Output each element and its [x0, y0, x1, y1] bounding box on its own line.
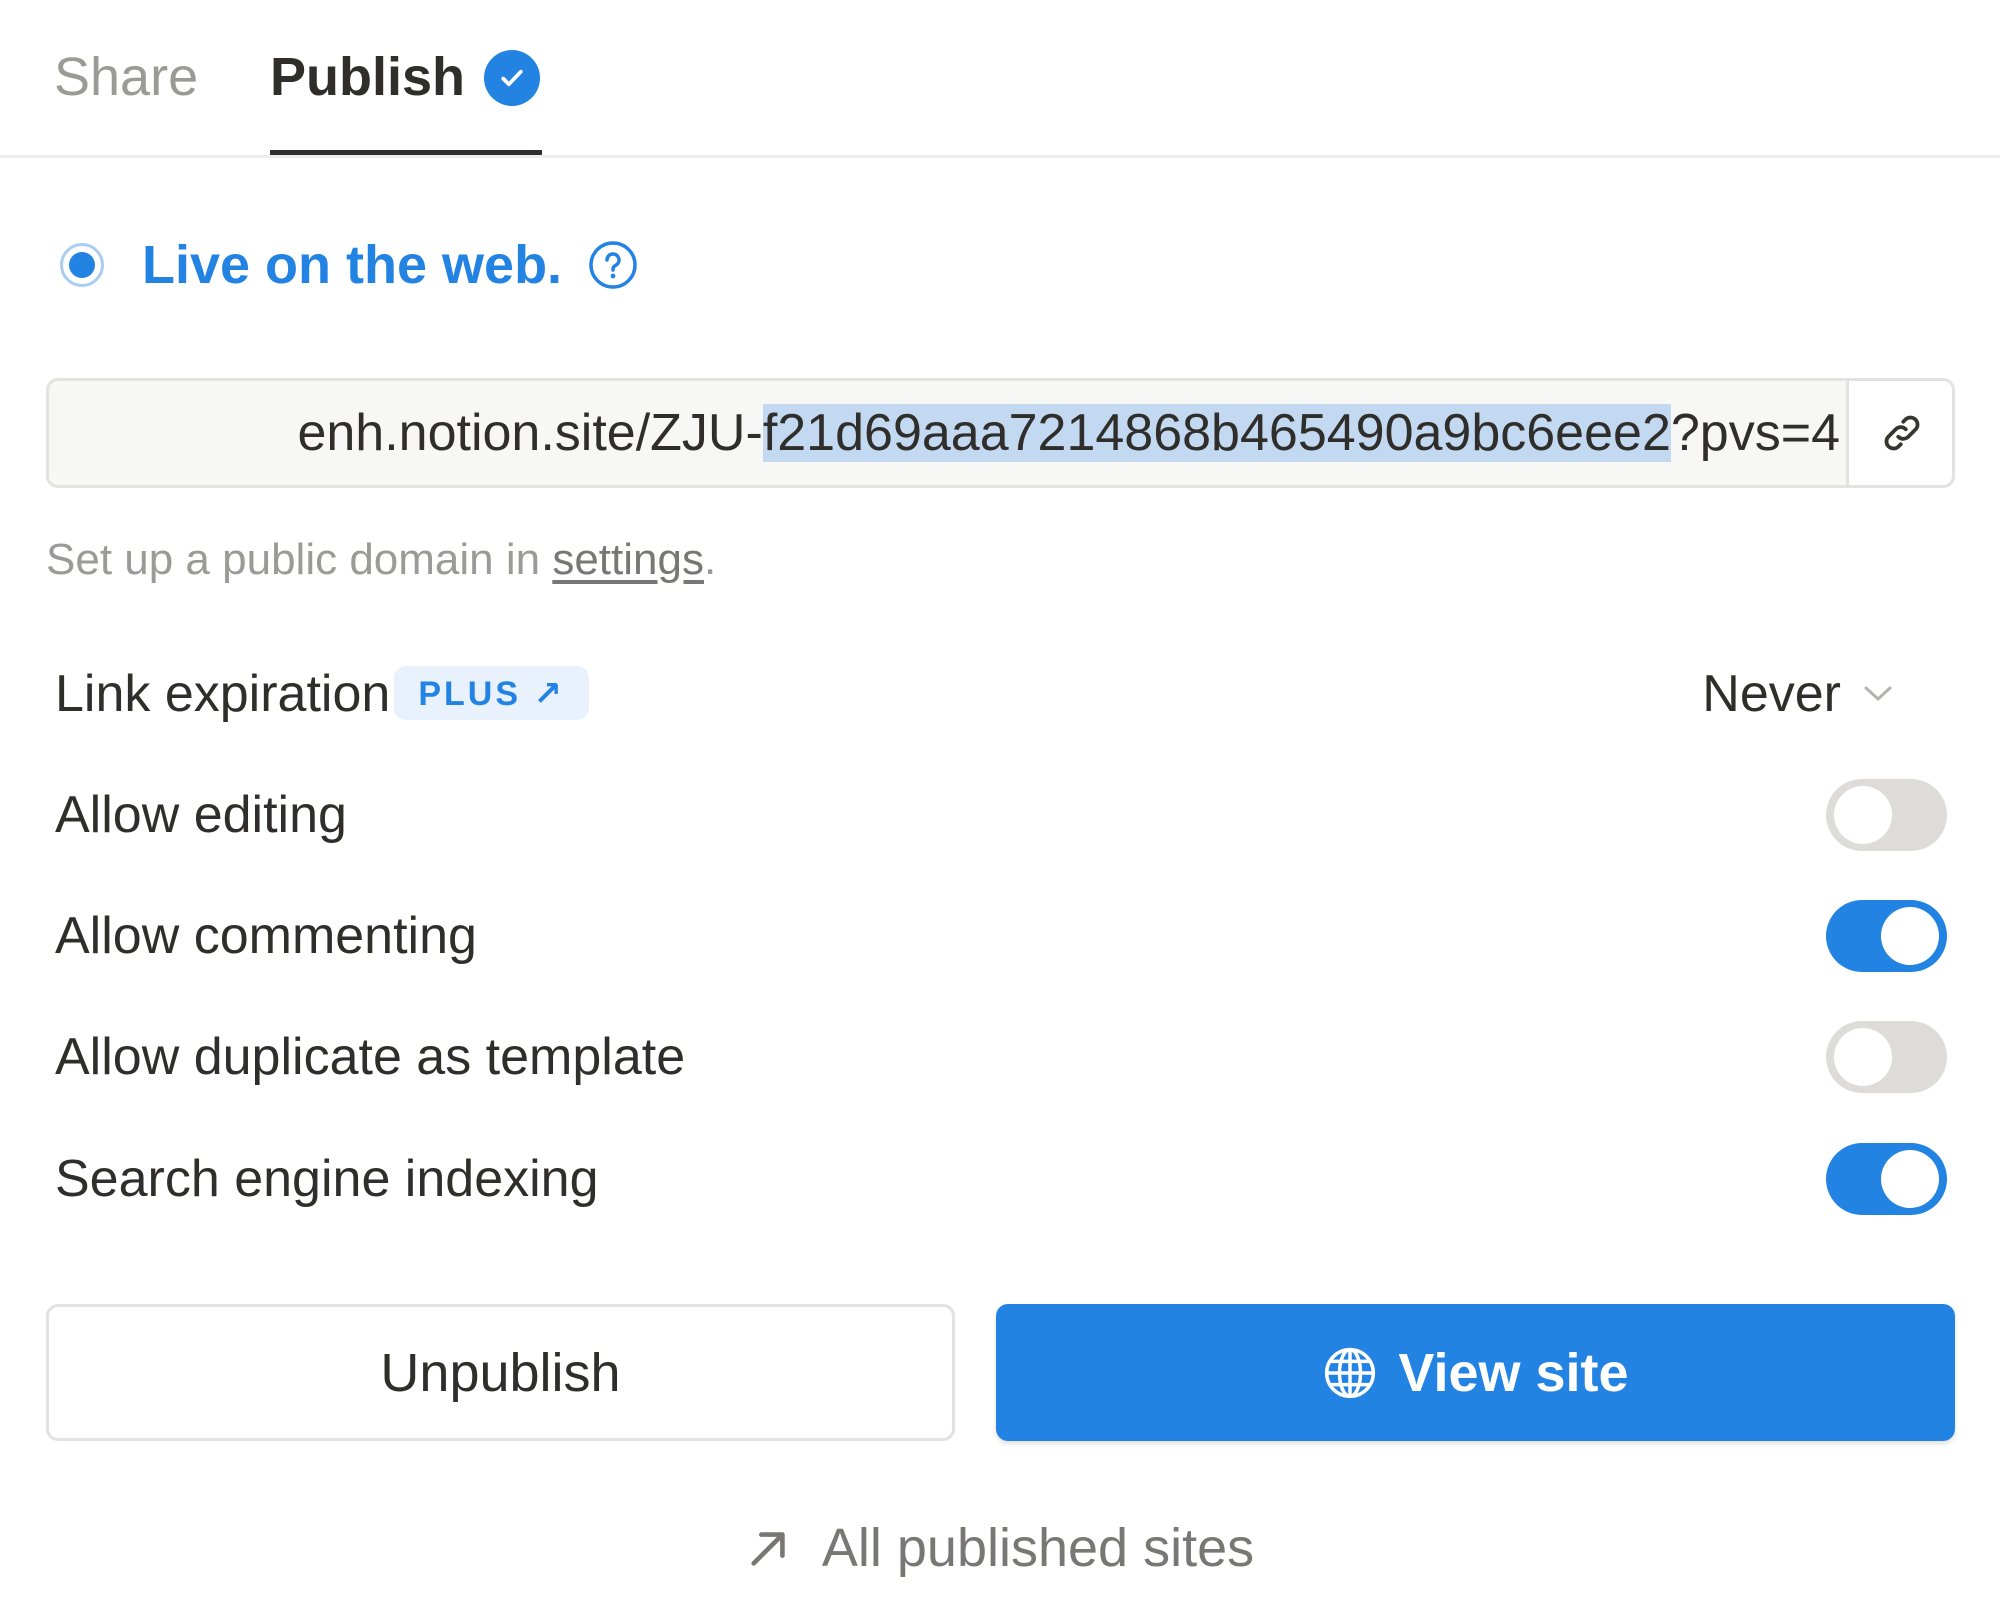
- tab-divider: [0, 155, 2000, 158]
- live-radio[interactable]: [60, 243, 104, 287]
- all-published-sites-link[interactable]: All published sites: [0, 1512, 2000, 1584]
- toggle-knob: [1881, 907, 1939, 965]
- globe-icon: [1325, 1347, 1376, 1398]
- search-indexing-toggle[interactable]: [1826, 1143, 1947, 1215]
- allow-duplicate-label: Allow duplicate as template: [55, 1028, 686, 1086]
- check-circle-icon: [484, 50, 540, 106]
- unpublish-button[interactable]: Unpublish: [46, 1304, 955, 1441]
- allow-commenting-row: Allow commenting: [55, 891, 1955, 981]
- allow-editing-toggle[interactable]: [1826, 779, 1947, 851]
- unpublish-label: Unpublish: [380, 1342, 621, 1403]
- allow-duplicate-toggle[interactable]: [1826, 1021, 1947, 1093]
- toggle-knob: [1834, 1028, 1892, 1086]
- url-prefix: enh.notion.site/ZJU-: [297, 404, 763, 462]
- live-status-label: Live on the web.: [142, 235, 563, 295]
- link-expiration-value: Never: [1702, 665, 1841, 723]
- allow-editing-label: Allow editing: [55, 786, 347, 844]
- allow-duplicate-row: Allow duplicate as template: [55, 1012, 1955, 1102]
- radio-dot: [69, 252, 95, 278]
- link-expiration-label: Link expiration: [55, 665, 391, 723]
- toggle-knob: [1881, 1150, 1939, 1208]
- chevron-down-icon: [1864, 686, 1892, 701]
- view-site-label: View site: [1398, 1342, 1629, 1403]
- public-url-box: enh.notion.site/ZJU-f21d69aaa7214868b465…: [46, 378, 1955, 488]
- search-indexing-row: Search engine indexing: [55, 1134, 1955, 1224]
- public-url-field[interactable]: enh.notion.site/ZJU-f21d69aaa7214868b465…: [49, 381, 1846, 485]
- hint-period: .: [703, 535, 717, 584]
- all-published-sites-label: All published sites: [821, 1518, 1255, 1578]
- hint-text: Set up a public domain in: [46, 535, 553, 584]
- allow-commenting-label: Allow commenting: [55, 907, 477, 965]
- view-site-button[interactable]: View site: [996, 1304, 1955, 1441]
- public-url-text: enh.notion.site/ZJU-f21d69aaa7214868b465…: [297, 381, 1840, 485]
- copy-link-button[interactable]: [1846, 381, 1952, 485]
- allow-commenting-toggle[interactable]: [1826, 900, 1947, 972]
- allow-editing-row: Allow editing: [55, 770, 1955, 860]
- publish-status-row: Live on the web.: [60, 232, 638, 298]
- tab-share[interactable]: Share: [54, 44, 198, 110]
- toggle-knob: [1834, 786, 1892, 844]
- link-icon: [1884, 415, 1920, 451]
- url-selected-text: f21d69aaa7214868b465490a9bc6eee2: [762, 404, 1671, 462]
- tab-publish[interactable]: Publish: [270, 44, 465, 110]
- search-indexing-label: Search engine indexing: [55, 1150, 599, 1208]
- arrow-up-right-icon: [751, 1532, 785, 1566]
- question-circle-icon[interactable]: [588, 240, 638, 290]
- link-expiration-row: Link expiration PLUS ↗ Never: [55, 649, 1955, 739]
- public-domain-hint: Set up a public domain in settings.: [46, 532, 716, 588]
- link-expiration-select[interactable]: Never: [1702, 649, 1893, 739]
- url-suffix: ?pvs=4: [1670, 404, 1840, 462]
- settings-link[interactable]: settings: [552, 535, 704, 584]
- plus-upgrade-badge[interactable]: PLUS ↗: [394, 666, 589, 721]
